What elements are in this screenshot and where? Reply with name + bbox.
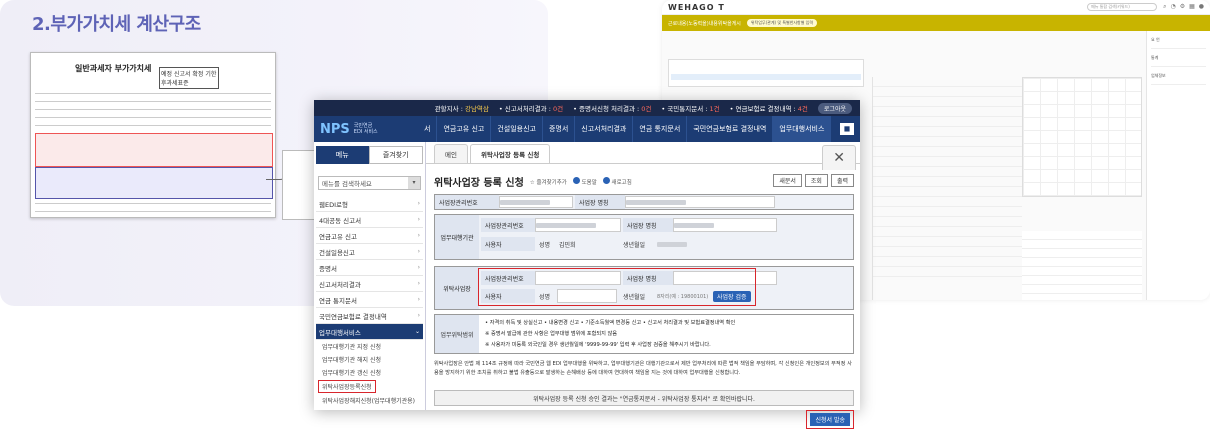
wehago-side-item[interactable]: 통계: [1151, 55, 1206, 67]
left-nav: 메뉴 즐겨찾기 메뉴를 검색하세요 ▾ 웹EDI로형 › 4대공동 신고서 › 연금…: [314, 142, 426, 410]
help-icon[interactable]: 도움말: [572, 177, 597, 186]
lnb-item[interactable]: 연금고유 신고 ›: [316, 228, 423, 244]
wehago-grid[interactable]: [668, 59, 864, 87]
bell-icon[interactable]: ◔: [1170, 3, 1175, 11]
lnb-sub-item[interactable]: 업무대행기관 갱신 신청: [316, 366, 423, 379]
tab-main[interactable]: 메인: [434, 144, 468, 163]
close-icon[interactable]: ✕: [822, 145, 856, 170]
submit-button[interactable]: 신청서 발송: [810, 413, 850, 426]
search-icon[interactable]: ⌕: [1163, 3, 1166, 11]
vat-title: 2.부가가치세 계산구조: [32, 14, 201, 35]
scope-block: 업무위탁범위 • 자격의 취득 및 상실신고 • 내용변경 신고 • 기준소득월…: [434, 314, 854, 354]
avatar-icon[interactable]: ●: [1199, 3, 1204, 11]
print-button[interactable]: 출력: [830, 174, 854, 187]
gnb-item[interactable]: 서: [418, 116, 438, 142]
wehago-side-item[interactable]: 업체정보: [1151, 73, 1206, 85]
scope-line: ※ 사용자가 미등록 외국인일 경우 생년월일에 '9999-99-99' 입력…: [485, 342, 711, 348]
submit-highlight: 신청서 발송: [806, 410, 854, 429]
gnb-item[interactable]: 증명서: [543, 116, 576, 142]
biz-name-field[interactable]: [625, 196, 775, 208]
page-title-row: 위탁사업장 등록 신청 ☆ 즐겨찾기추가 도움말 새로고침: [434, 174, 632, 189]
menu-more-icon[interactable]: ◼: [840, 123, 854, 135]
agency-biz-name[interactable]: [673, 218, 777, 232]
lnb-item[interactable]: 연금 통지문서 ›: [316, 292, 423, 308]
decision-count[interactable]: 4건: [798, 105, 808, 113]
scope-line: ※ 증명서 발급에 관한 사항은 업무대행 범위에 포함되지 않음: [485, 331, 618, 337]
lnb-item[interactable]: 국민연금보험료 결정내역 ›: [316, 308, 423, 324]
lnb-item[interactable]: 건설일용신고 ›: [316, 244, 423, 260]
result-message: 위탁사업장 등록 신청 승인 결과는 "연금통지문서 - 위탁사업장 통지서" …: [434, 390, 854, 406]
wehago-sidepanel: 요 언 통계 업체정보: [1146, 31, 1210, 300]
cert-count[interactable]: 0건: [641, 105, 651, 113]
biz-info-row: 사업장관리번호 사업장 명칭: [434, 194, 854, 210]
vat-form-title: 일반과세자 부가가치세: [75, 64, 152, 73]
grid-icon[interactable]: ▦: [1189, 3, 1195, 11]
tab-favorites[interactable]: 즐겨찾기: [368, 146, 423, 164]
lnb-item[interactable]: 웹EDI로형 ›: [316, 196, 423, 212]
content-tabs: 메인 위탁사업장 등록 신청 ✕: [426, 142, 860, 170]
lnb-sub-item[interactable]: 업무대행기관 지정 신청: [316, 340, 423, 353]
result-count[interactable]: 0건: [553, 105, 563, 113]
entrusted-highlight: [478, 268, 756, 306]
refresh-icon[interactable]: 새로고침: [602, 177, 632, 186]
biz-no-field[interactable]: [499, 196, 573, 208]
gnb-item[interactable]: 연금고유 신고: [437, 116, 492, 142]
lnb-sub-item-highlighted[interactable]: 위탁사업장등록신청: [318, 380, 376, 393]
wehago-tab-title[interactable]: 근로내용(노동력을)내용위탁을게시: [668, 20, 741, 27]
dropdown-icon[interactable]: ▾: [408, 177, 420, 189]
global-nav: NPS 국민연금 EDI 서비스 서 연금고유 신고 건설일용신고 증명서 신고서…: [314, 116, 860, 142]
tab-register[interactable]: 위탁사업장 등록 신청: [469, 144, 551, 163]
lnb-sub-item[interactable]: 위탁사업장해지신청(업무대행기관용): [316, 394, 423, 407]
office-value: 강남역삼: [464, 105, 489, 113]
menu-search-input[interactable]: 메뉴를 검색하세요 ▾: [318, 176, 421, 190]
wehago-search-input[interactable]: 메뉴 통합 검색(키워드): [1087, 3, 1158, 11]
gnb-item[interactable]: 연금 통지문서: [633, 116, 688, 142]
gnb-item-active[interactable]: 업무대행서비스: [773, 116, 832, 142]
wehago-calendar[interactable]: [1022, 77, 1142, 197]
agency-block: 업무대행기관 사업장관리번호 사업장 명칭 사용자 성명 김민희 생년월일: [434, 214, 854, 260]
gear-icon[interactable]: ⚙: [1180, 3, 1185, 11]
star-icon[interactable]: ☆ 즐겨찾기추가: [530, 178, 567, 186]
notice-count[interactable]: 1건: [710, 105, 720, 113]
gnb-item[interactable]: 건설일용신고: [491, 116, 543, 142]
nps-edi-window: 관할지사 : 강남역삼 • 신고서처리결과 : 0건 • 증명서신청 처리결과 …: [314, 100, 860, 429]
lnb-item[interactable]: 신고서처리결과 ›: [316, 276, 423, 292]
page-title: 위탁사업장 등록 신청: [434, 178, 524, 189]
agency-user-name: 김민희: [559, 241, 576, 249]
gnb-item[interactable]: 국민연금보험료 결정내역: [687, 116, 774, 142]
lnb-item-active[interactable]: 업무대행서비스 ⌄: [316, 324, 423, 340]
content-area: 메인 위탁사업장 등록 신청 ✕ 위탁사업장 등록 신청 ☆ 즐겨찾기추가 도움…: [426, 142, 860, 429]
gnb-item[interactable]: 신고서처리결과: [575, 116, 634, 142]
wehago-logo: WEHAGO T: [668, 2, 725, 12]
new-doc-button[interactable]: 새문서: [773, 174, 802, 187]
wehago-form: [872, 77, 1022, 300]
entrusted-block: 위탁사업장 사업장관리번호 사업장 명칭 사용자 성명 생년월일 8자리(예 :…: [434, 266, 854, 310]
search-button[interactable]: 조회: [804, 174, 828, 187]
lnb-item[interactable]: 4대공동 신고서 ›: [316, 212, 423, 228]
vat-form-image: 일반과세자 부가가치세 예정 신고서 확정 기한후과세표준: [30, 52, 276, 218]
lnb-sub-item[interactable]: 업무대행기관 해지 신청: [316, 353, 423, 366]
top-status-bar: 관할지사 : 강남역삼 • 신고서처리결과 : 0건 • 증명서신청 처리결과 …: [314, 100, 860, 116]
tab-menu[interactable]: 메뉴: [316, 146, 369, 164]
wehago-subform: [1022, 231, 1142, 300]
wehago-pill[interactable]: 위탁업무(관계) 및 특별한사항별 입력: [746, 19, 818, 27]
vat-form-box: 예정 신고서 확정 기한후과세표준: [159, 67, 219, 89]
scope-line: • 자격의 취득 및 상실신고 • 내용변경 신고 • 기준소득월액 변경등 신…: [485, 320, 736, 326]
lnb-item[interactable]: 증명서 ›: [316, 260, 423, 276]
nps-logo[interactable]: NPS 국민연금 EDI 서비스: [314, 116, 418, 142]
wehago-side-item[interactable]: 요 언: [1151, 37, 1206, 49]
logout-button[interactable]: 로그아웃: [817, 102, 852, 114]
agency-biz-no[interactable]: [535, 218, 621, 232]
agency-birth: [657, 237, 687, 251]
agreement-text: 위탁사업장은 안법 제 114조 규정에 따라 국민연금 웹 EDI 업무대행을…: [434, 361, 852, 376]
